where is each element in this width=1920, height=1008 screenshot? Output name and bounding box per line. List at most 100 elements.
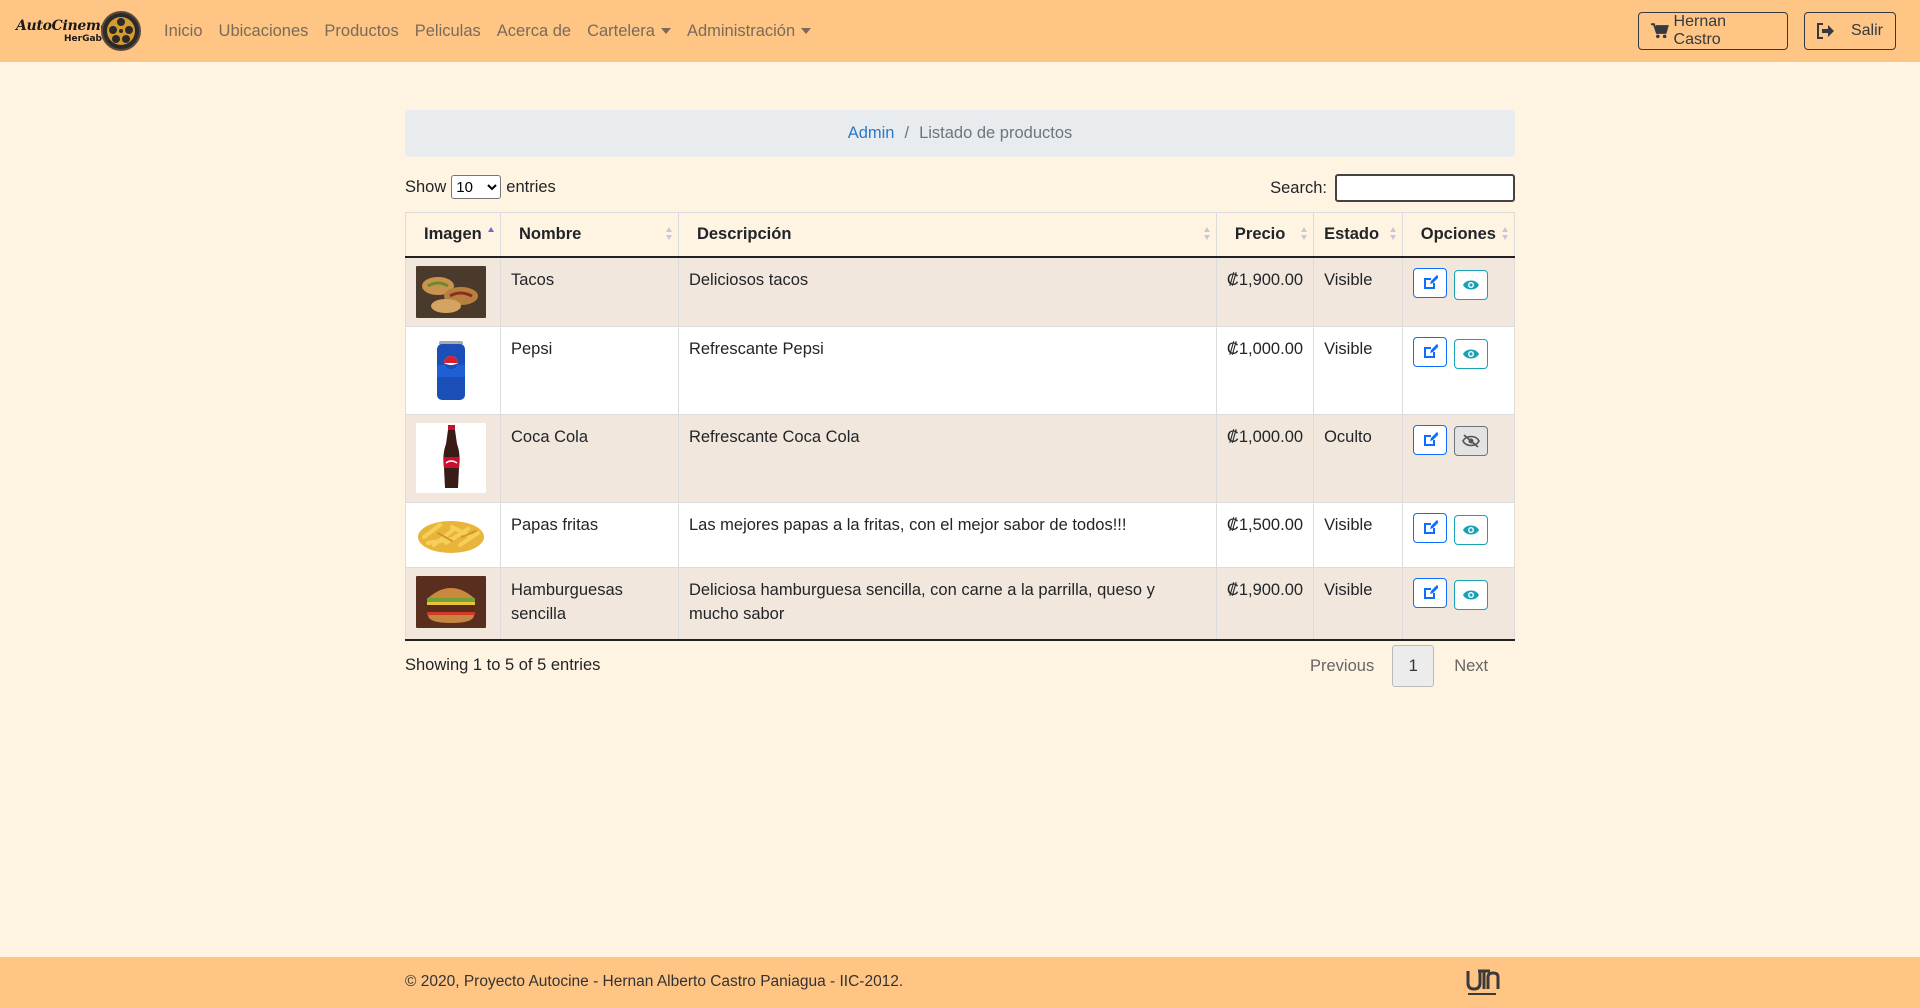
pagination-next[interactable]: Next — [1454, 657, 1488, 676]
breadcrumb-separator: / — [904, 124, 910, 142]
toggle-visibility-button[interactable] — [1454, 426, 1489, 456]
column-header-label: Opciones — [1420, 224, 1496, 243]
product-name: Hamburguesas sencilla — [499, 567, 679, 641]
product-price: ₡1,900.00 — [1215, 256, 1315, 327]
table-search: Search: — [1270, 174, 1515, 202]
column-header-label: Precio — [1234, 224, 1286, 243]
caret-down-icon — [801, 28, 812, 34]
options-cell — [1401, 502, 1516, 568]
pagination: Previous 1 Next — [1310, 645, 1488, 687]
product-description: Las mejores papas a la fritas, con el me… — [677, 502, 1217, 568]
coca-cola-bottle-image — [416, 423, 486, 493]
pagination-previous[interactable]: Previous — [1310, 657, 1374, 676]
eye-icon — [1463, 280, 1480, 289]
tacos-image — [416, 265, 486, 318]
logout-label: Salir — [1850, 22, 1883, 39]
image-cell — [405, 502, 501, 568]
product-name: Papas fritas — [499, 502, 679, 568]
nav-productos[interactable]: Productos — [324, 22, 398, 41]
search-input[interactable] — [1335, 174, 1515, 202]
sort-asc-icon — [487, 227, 494, 241]
page-size-select[interactable]: 10 — [451, 175, 502, 199]
brand-subname: HerGab — [64, 34, 102, 44]
column-header-opciones[interactable]: Opciones — [1401, 212, 1516, 258]
edit-button[interactable] — [1412, 337, 1447, 367]
column-header-descripcion[interactable]: Descripción — [677, 212, 1217, 258]
column-header-imagen[interactable]: Imagen — [405, 212, 501, 258]
caret-down-icon — [660, 28, 671, 34]
products-table: Imagen Nombre Descripción Precio Estado … — [405, 212, 1516, 641]
nav-menu: Inicio Ubicaciones Productos Peliculas A… — [164, 0, 827, 62]
column-header-precio[interactable]: Precio — [1215, 212, 1315, 258]
table-row: Coca Cola Refrescante Coca Cola ₡1,000.0… — [405, 414, 1516, 503]
toggle-visibility-button[interactable] — [1454, 515, 1489, 545]
nav-inicio[interactable]: Inicio — [164, 22, 203, 41]
table-header-row: Imagen Nombre Descripción Precio Estado … — [405, 212, 1516, 258]
sort-icon — [1301, 227, 1308, 241]
eye-slash-icon — [1462, 434, 1481, 448]
user-cart-button[interactable]: Hernan Castro — [1638, 12, 1788, 50]
edit-icon — [1423, 344, 1438, 358]
edit-button[interactable] — [1412, 513, 1447, 543]
burger-image — [416, 576, 486, 628]
product-description: Refrescante Coca Cola — [677, 414, 1217, 503]
table-row: Pepsi Refrescante Pepsi ₡1,000.00 Visibl… — [405, 326, 1516, 415]
product-status: Visible — [1313, 256, 1403, 327]
eye-icon — [1463, 349, 1480, 359]
column-header-label: Descripción — [696, 224, 792, 243]
footer-copyright: © 2020, Proyecto Autocine - Hernan Alber… — [405, 973, 904, 990]
table-row: Tacos Deliciosos tacos ₡1,900.00 Visible — [405, 256, 1516, 327]
product-price: ₡1,000.00 — [1215, 326, 1315, 415]
sign-out-icon — [1817, 23, 1834, 39]
nav-administracion-dropdown[interactable]: Administración — [687, 22, 812, 41]
product-status: Oculto — [1313, 414, 1403, 503]
table-row: Hamburguesas sencilla Deliciosa hamburgu… — [405, 567, 1516, 641]
pagination-page-1[interactable]: 1 — [1392, 645, 1435, 687]
nav-cartelera-dropdown[interactable]: Cartelera — [587, 22, 671, 41]
product-status: Visible — [1313, 502, 1403, 568]
toggle-visibility-button[interactable] — [1454, 580, 1489, 610]
search-label: Search: — [1270, 178, 1327, 197]
shopping-cart-icon — [1651, 23, 1669, 39]
brand-logo[interactable]: AutoCinema HerGab — [16, 8, 142, 54]
product-name: Pepsi — [499, 326, 679, 415]
edit-icon — [1423, 520, 1438, 534]
breadcrumb-admin-link[interactable]: Admin — [848, 124, 895, 143]
column-header-nombre[interactable]: Nombre — [499, 212, 679, 258]
sort-icon — [665, 227, 672, 241]
options-cell — [1401, 567, 1516, 641]
breadcrumb-current: Listado de productos — [919, 124, 1073, 142]
edit-icon — [1423, 432, 1438, 446]
product-status: Visible — [1313, 326, 1403, 415]
column-header-estado[interactable]: Estado — [1313, 212, 1403, 258]
edit-button[interactable] — [1412, 425, 1447, 455]
sort-icon — [1203, 227, 1210, 241]
product-name: Tacos — [499, 256, 679, 327]
toggle-visibility-button[interactable] — [1454, 339, 1489, 369]
eye-icon — [1463, 525, 1480, 535]
nav-ubicaciones[interactable]: Ubicaciones — [219, 22, 309, 41]
edit-button[interactable] — [1412, 267, 1447, 298]
university-logo-icon — [1466, 969, 1500, 995]
image-cell — [405, 256, 501, 327]
footer: © 2020, Proyecto Autocine - Hernan Alber… — [0, 957, 1920, 1008]
image-cell — [405, 567, 501, 641]
navbar: AutoCinema HerGab Inicio Ubicaciones Pro… — [0, 0, 1920, 62]
sort-icon — [1502, 227, 1508, 241]
show-label: Show — [405, 177, 447, 196]
pepsi-can-image — [416, 335, 486, 405]
product-price: ₡1,900.00 — [1215, 567, 1315, 641]
nav-peliculas[interactable]: Peliculas — [415, 22, 481, 41]
product-price: ₡1,500.00 — [1215, 502, 1315, 568]
table-info: Showing 1 to 5 of 5 entries — [405, 656, 601, 674]
nav-cartelera-label: Cartelera — [587, 21, 655, 40]
table-row: Papas fritas Las mejores papas a la frit… — [405, 502, 1516, 568]
logout-button[interactable]: Salir — [1804, 12, 1896, 50]
options-cell — [1401, 256, 1516, 327]
entries-label: entries — [506, 177, 556, 196]
edit-button[interactable] — [1412, 578, 1447, 608]
entries-length-control: Show 10 entries — [405, 175, 556, 199]
toggle-visibility-button[interactable] — [1454, 269, 1489, 300]
nav-acerca-de[interactable]: Acerca de — [497, 22, 571, 41]
image-cell — [405, 414, 501, 503]
